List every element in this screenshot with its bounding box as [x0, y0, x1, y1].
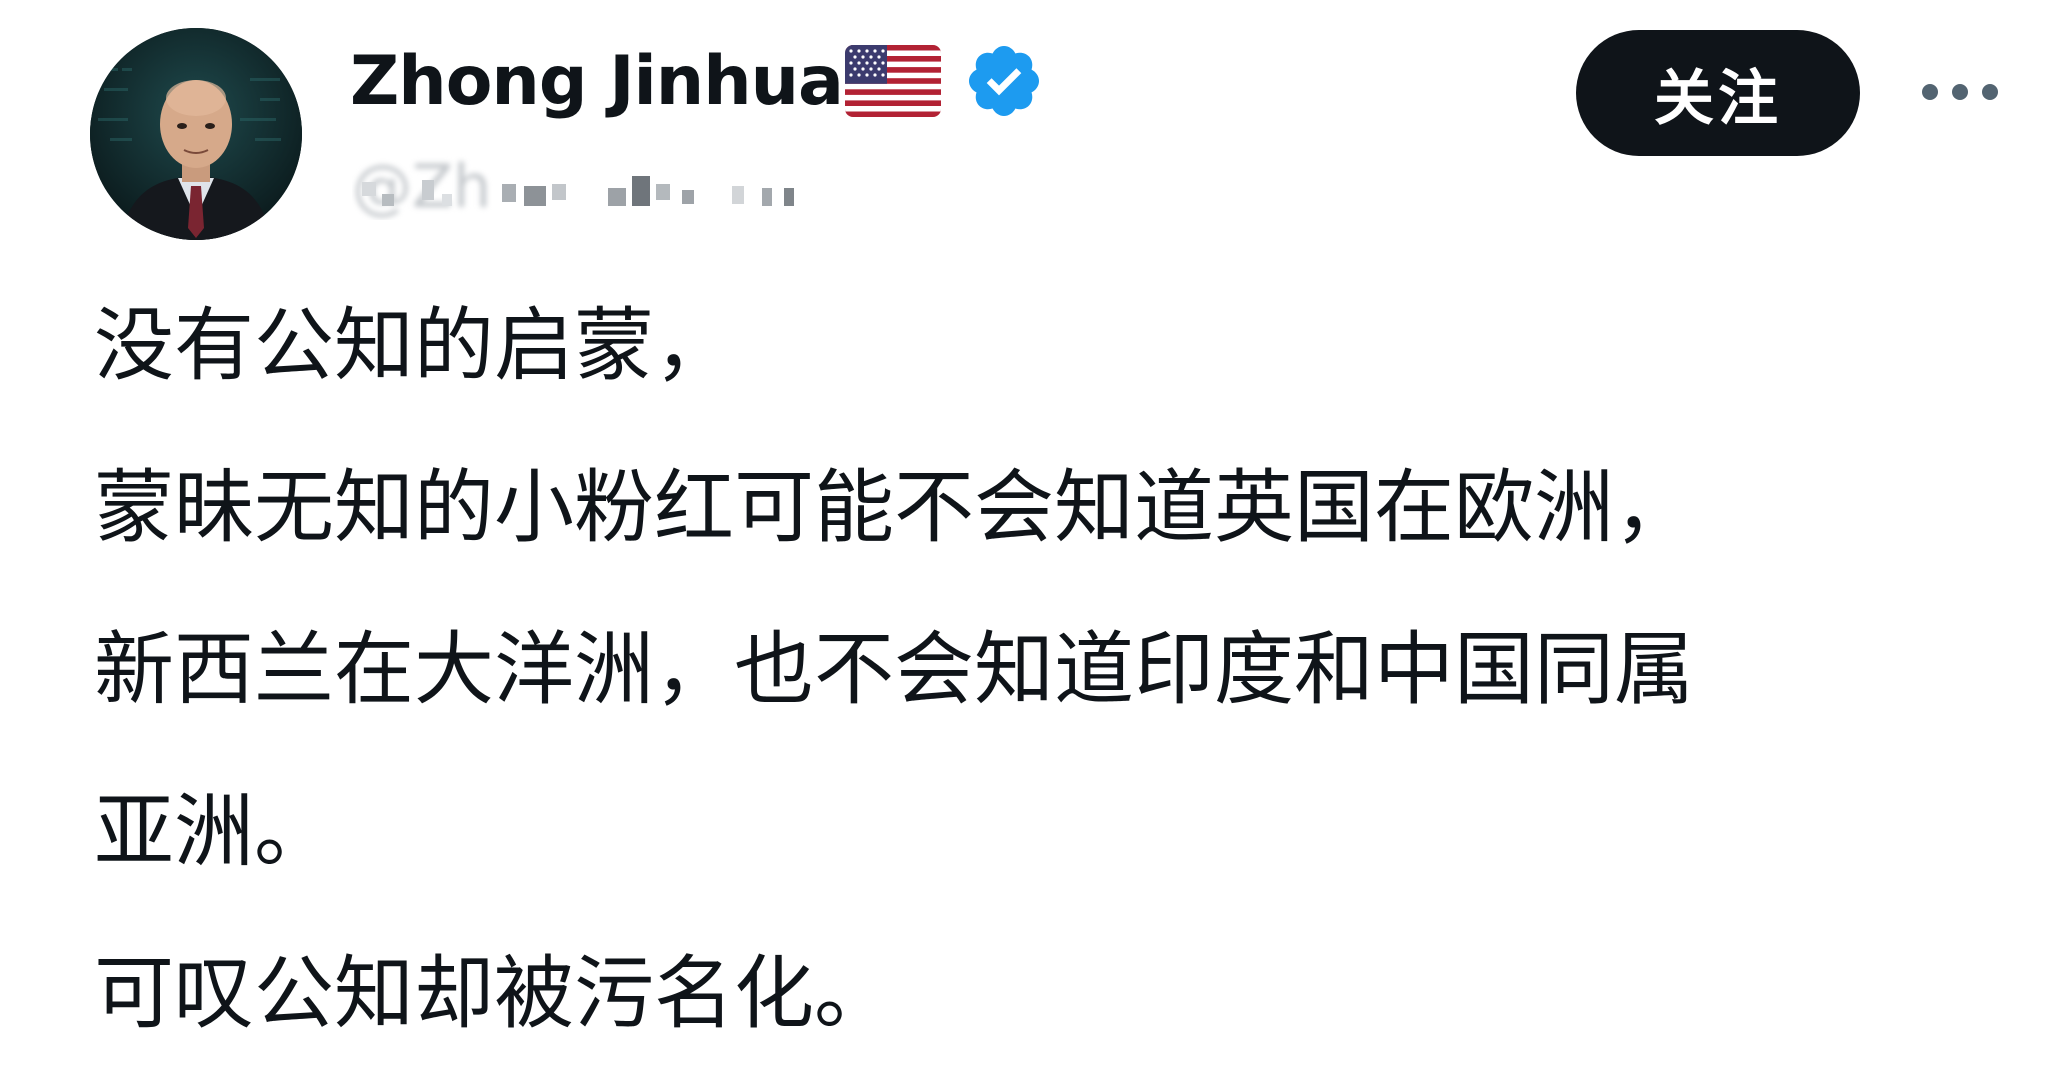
handle-redaction-mosaic [352, 150, 912, 220]
follow-button[interactable]: 关注 [1576, 30, 1860, 156]
tweet-text-line: 亚洲。 [94, 785, 334, 878]
tweet-text-line: 新西兰在大洋洲，也不会知道印度和中国同属 [94, 623, 1694, 716]
tweet-text-line: 可叹公知却被污名化。 [94, 947, 894, 1040]
tweet-text-line: 没有公知的启蒙， [94, 299, 734, 392]
author-display-name[interactable]: Zhong Jinhua [350, 42, 844, 121]
more-options-icon[interactable] [1908, 60, 2012, 124]
avatar[interactable] [90, 28, 302, 240]
tweet-card: Zhong Jinhua @Zh 关注 没有公知的启蒙， 蒙昧无知的小粉红可能不… [0, 0, 2062, 1080]
author-handle[interactable]: @Zh [352, 150, 912, 220]
verified-badge-icon[interactable] [963, 40, 1045, 122]
us-flag-icon [844, 45, 941, 117]
tweet-text-line: 蒙昧无知的小粉红可能不会知道英国在欧洲， [94, 461, 1694, 554]
author-name-row: Zhong Jinhua [350, 36, 1045, 126]
avatar-image [90, 28, 302, 240]
